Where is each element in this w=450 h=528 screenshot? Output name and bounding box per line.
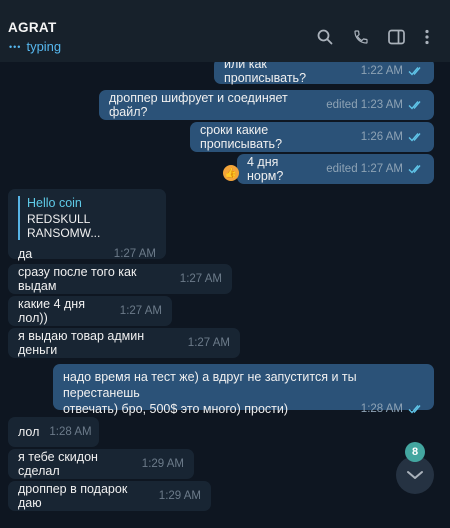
message-text: да: [18, 247, 33, 261]
message-time: 1:26 AM: [360, 131, 403, 143]
phone-icon[interactable]: [351, 27, 371, 47]
message-bubble[interactable]: я выдаю товар админ деньги 1:27 AM: [8, 328, 240, 358]
reply-quote[interactable]: Hello coin REDSKULL RANSOMW...: [18, 196, 156, 240]
typing-status: ••• typing: [9, 39, 61, 54]
message-time: 1:27 AM: [119, 305, 162, 317]
message-time: 1:27 AM: [179, 273, 222, 285]
read-checkmarks-icon: [408, 100, 424, 110]
unread-count-badge: 8: [405, 442, 425, 462]
message-text: я выдаю товар админ деньги: [18, 329, 145, 357]
typing-dots-icon: •••: [9, 41, 22, 52]
message-time: 1:29 AM: [158, 490, 201, 502]
message-bubble[interactable]: надо время на тест же) а вдруг не запуст…: [53, 364, 434, 416]
message-time: 1:27 AM: [113, 248, 156, 260]
quote-title: Hello coin: [27, 196, 82, 210]
message-text: дроппер в подарок даю: [18, 482, 128, 510]
message-time: edited 1:27 AM: [326, 163, 403, 175]
message-text-line: отвечать) бро, 500$ это много) прости): [63, 402, 289, 416]
message-list[interactable]: или как прописывать? 1:22 AM дроппер шиф…: [0, 62, 450, 528]
read-checkmarks-icon: [408, 132, 424, 142]
message-bubble[interactable]: сразу после того как выдам 1:27 AM: [8, 264, 232, 294]
read-checkmarks-icon: [408, 404, 424, 414]
read-checkmarks-icon: [408, 164, 424, 174]
chat-header: AGRAT ••• typing: [0, 0, 450, 62]
message-time: 1:27 AM: [187, 337, 230, 349]
message-bubble[interactable]: лол 1:28 AM: [8, 417, 99, 447]
message-bubble[interactable]: дроппер шифрует и соединяет файл? edited…: [99, 90, 434, 120]
message-text: сроки какие прописывать?: [200, 123, 283, 151]
message-text-line: надо время на тест же) а вдруг не запуст…: [63, 370, 357, 400]
message-time: 1:22 AM: [360, 65, 403, 77]
message-bubble[interactable]: сроки какие прописывать? 1:26 AM: [190, 122, 434, 152]
message-text: сразу после того как выдам: [18, 265, 137, 293]
message-bubble[interactable]: я тебе скидон сделал 1:29 AM: [8, 449, 194, 479]
message-bubble[interactable]: какие 4 дня лол)) 1:27 AM: [8, 296, 172, 326]
search-icon[interactable]: [315, 27, 335, 47]
message-text: или как прописывать?: [224, 62, 307, 85]
chat-title[interactable]: AGRAT: [8, 20, 57, 35]
thumbs-up-reaction-icon[interactable]: 👍: [223, 165, 239, 181]
chevron-down-icon: [407, 471, 423, 479]
message-text: 4 дня норм?: [247, 155, 284, 183]
message-text: какие 4 дня лол)): [18, 297, 85, 325]
message-bubble[interactable]: дроппер в подарок даю 1:29 AM: [8, 481, 211, 511]
message-text: дроппер шифрует и соединяет файл?: [109, 91, 288, 119]
more-vertical-icon[interactable]: [417, 27, 437, 47]
message-bubble[interactable]: или как прописывать? 1:22 AM: [214, 62, 434, 85]
message-time: edited 1:23 AM: [326, 99, 403, 111]
message-text: я тебе скидон сделал: [18, 450, 98, 478]
sidebar-toggle-icon[interactable]: [386, 27, 406, 47]
message-bubble[interactable]: 4 дня норм? edited 1:27 AM: [237, 154, 434, 184]
message-text: лол: [18, 425, 40, 439]
read-checkmarks-icon: [408, 66, 424, 76]
quote-text: REDSKULL RANSOMW...: [27, 212, 101, 240]
message-time: 1:28 AM: [360, 403, 403, 415]
message-time: 1:29 AM: [141, 458, 184, 470]
message-time: 1:28 AM: [49, 426, 92, 438]
message-bubble-reply[interactable]: Hello coin REDSKULL RANSOMW... да 1:27 A…: [8, 189, 166, 261]
typing-status-label: typing: [26, 39, 62, 54]
